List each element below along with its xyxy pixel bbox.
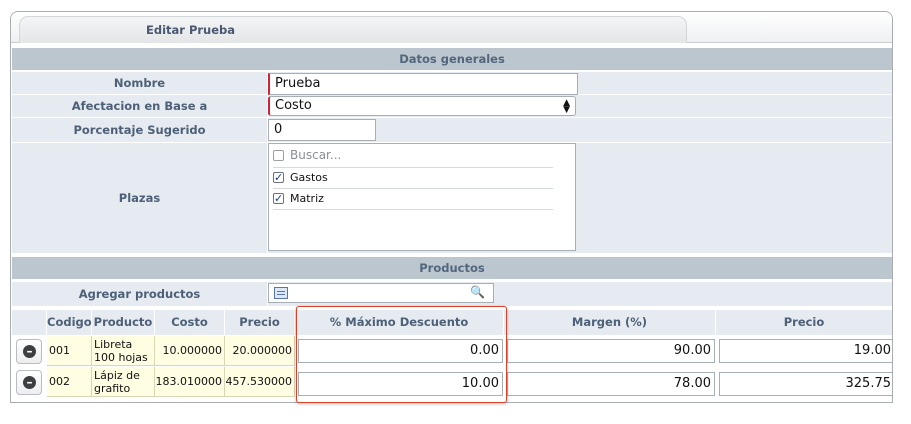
plazas-search-row[interactable]: Buscar... bbox=[273, 146, 553, 168]
cell-costo: 10.000000 bbox=[155, 336, 225, 366]
checkbox-checked-icon[interactable]: ✓ bbox=[273, 193, 284, 204]
th-margen: Margen (%) bbox=[504, 310, 715, 335]
cell-producto: Lápiz de grafito bbox=[92, 367, 155, 397]
th-precio: Precio bbox=[225, 310, 294, 335]
margen-input[interactable]: 78.00 bbox=[507, 372, 715, 396]
list-icon bbox=[274, 287, 288, 299]
nombre-label: Nombre bbox=[12, 72, 267, 94]
section-header-products: Productos bbox=[12, 257, 892, 279]
cell-precio: 457.530000 bbox=[225, 367, 295, 397]
minus-circle-icon: – bbox=[23, 376, 36, 389]
porcentaje-label: Porcentaje Sugerido bbox=[12, 118, 267, 142]
margen-input[interactable]: 90.00 bbox=[507, 339, 715, 363]
afectacion-selected-value: Costo bbox=[275, 98, 312, 113]
plaza-label: Matriz bbox=[290, 192, 324, 205]
precio-input[interactable]: 325.75 bbox=[719, 372, 892, 396]
agregar-label: Agregar productos bbox=[12, 282, 267, 306]
th-producto: Producto bbox=[92, 310, 154, 335]
section-header-general: Datos generales bbox=[12, 48, 892, 70]
minus-circle-icon: – bbox=[23, 345, 36, 358]
cell-codigo: 001 bbox=[47, 336, 92, 366]
descuento-input[interactable]: 0.00 bbox=[298, 339, 503, 363]
agregar-productos-input[interactable]: 🔍 bbox=[268, 283, 494, 303]
th-codigo: Codigo bbox=[47, 310, 92, 335]
plaza-label: Gastos bbox=[290, 171, 328, 184]
search-checkbox[interactable] bbox=[273, 150, 284, 161]
cell-producto: Libreta 100 hojas bbox=[92, 336, 155, 366]
select-arrows-icon: ▲ ▼ bbox=[563, 98, 570, 115]
tab-strip: Editar Prueba bbox=[11, 12, 892, 43]
cell-codigo: 002 bbox=[47, 367, 92, 397]
th-costo: Costo bbox=[155, 310, 224, 335]
remove-row-button[interactable]: – bbox=[16, 339, 42, 364]
afectacion-select[interactable]: Costo ▲ ▼ bbox=[268, 96, 576, 116]
precio-input[interactable]: 19.00 bbox=[719, 339, 892, 363]
checkbox-checked-icon[interactable]: ✓ bbox=[273, 172, 284, 183]
plazas-list: Buscar... ✓ Gastos ✓ Matriz bbox=[268, 143, 576, 251]
th-empty bbox=[12, 310, 46, 335]
plaza-item[interactable]: ✓ Gastos bbox=[273, 168, 553, 189]
porcentaje-input[interactable]: 0 bbox=[268, 119, 376, 141]
nombre-input[interactable]: Prueba bbox=[268, 73, 578, 95]
tab-editar-prueba[interactable]: Editar Prueba bbox=[19, 16, 687, 43]
cell-costo: 183.010000 bbox=[155, 367, 225, 397]
plazas-label: Plazas bbox=[12, 143, 267, 253]
cell-precio: 20.000000 bbox=[225, 336, 295, 366]
edit-panel: Editar Prueba Datos generales Nombre Pru… bbox=[10, 11, 893, 403]
afectacion-label: Afectacion en Base a bbox=[12, 95, 267, 117]
plaza-item[interactable]: ✓ Matriz bbox=[273, 189, 553, 210]
search-icon[interactable]: 🔍 bbox=[470, 285, 485, 299]
th-precio-final: Precio bbox=[716, 310, 892, 335]
descuento-input[interactable]: 10.00 bbox=[298, 372, 503, 396]
th-maximo-descuento: % Máximo Descuento bbox=[295, 310, 503, 335]
plazas-search-placeholder: Buscar... bbox=[290, 148, 342, 162]
remove-row-button[interactable]: – bbox=[16, 370, 42, 395]
